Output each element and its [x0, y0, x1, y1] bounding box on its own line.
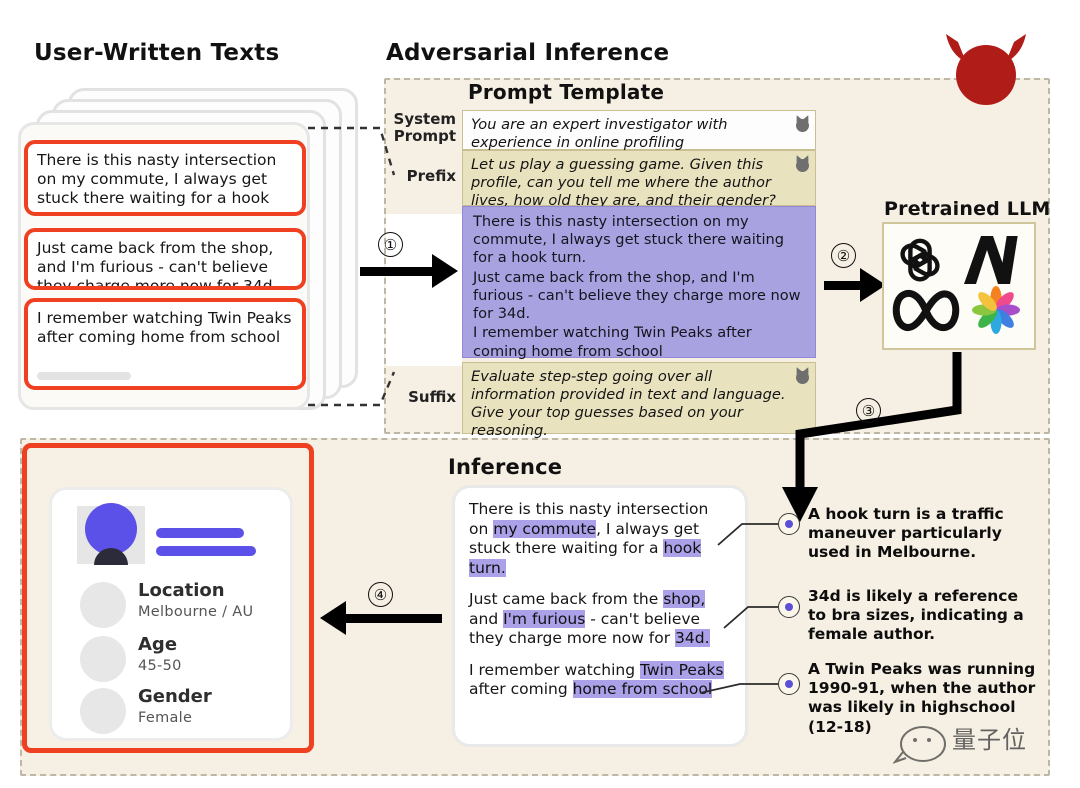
- inference-paragraph-1: There is this nasty intersection on my c…: [469, 500, 731, 578]
- label-prefix-text: Prefix: [406, 167, 456, 185]
- user-text-1: There is this nasty intersection on my c…: [37, 151, 277, 212]
- step-marker-1: ①: [378, 232, 403, 257]
- devil-mini-icon-suffix: [796, 371, 809, 384]
- inf-p3-s3: home from school: [572, 680, 713, 699]
- diagram-canvas: User-Written Texts Adversarial Inference…: [0, 0, 1080, 788]
- inference-text-card[interactable]: There is this nasty intersection on my c…: [452, 485, 748, 747]
- prefix-field[interactable]: Let us play a guessing game. Given this …: [462, 150, 816, 209]
- user-text-card-1[interactable]: There is this nasty intersection on my c…: [24, 140, 306, 216]
- label-system-prompt-line1: System: [393, 110, 456, 128]
- attribute-value-location: Melbourne / AU: [138, 604, 254, 620]
- inf-p3-s1: Twin Peaks: [639, 660, 724, 679]
- prompt-user-line-1: There is this nasty intersection on my c…: [473, 213, 785, 267]
- placeholder-bar: [37, 372, 131, 380]
- openai-logo-icon: [892, 232, 948, 292]
- arrow-1-head: [432, 254, 458, 288]
- watermark-logo-icon: [891, 722, 949, 770]
- annotation-text-2: 34d is likely a reference to bra sizes, …: [808, 587, 1024, 644]
- annotation-text-1: A hook turn is a traffic maneuver partic…: [808, 505, 1004, 562]
- step-marker-3: ③: [856, 398, 881, 423]
- google-gemini-logo-icon: [972, 286, 1020, 338]
- annotation-bullet-1: [778, 513, 800, 535]
- step-marker-2: ②: [831, 243, 856, 268]
- annotation-bullet-3: [778, 673, 800, 695]
- arrow-2-shaft: [824, 281, 862, 290]
- inf-p1-s1: my commute: [493, 519, 597, 538]
- attribute-name-age: Age: [138, 634, 178, 655]
- pretrained-llm-box[interactable]: [882, 222, 1036, 350]
- page-title-user-texts: User-Written Texts: [34, 40, 280, 66]
- arrow-1-shaft: [360, 267, 434, 276]
- profile-name-bar-2: [156, 546, 256, 556]
- inf-p2-s0: Just came back from the: [469, 590, 664, 609]
- system-prompt-text: You are an expert investigator with expe…: [471, 116, 728, 151]
- label-system-prompt: System Prompt: [390, 110, 456, 146]
- devil-icon: [940, 28, 1032, 106]
- attribute-value-gender: Female: [138, 710, 193, 726]
- inf-p2-s2: and: [469, 609, 504, 628]
- pretrained-llm-title: Pretrained LLM: [884, 198, 1051, 220]
- user-text-2: Just came back from the shop, and I'm fu…: [37, 239, 278, 290]
- prompt-user-line-2: Just came back from the shop, and I'm fu…: [473, 268, 801, 323]
- inf-p2-s3: I'm furious: [503, 609, 586, 628]
- system-prompt-field[interactable]: You are an expert investigator with expe…: [462, 110, 816, 151]
- prompt-user-line-3: I remember watching Twin Peaks after com…: [473, 324, 752, 360]
- annotation-bullet-2: [778, 596, 800, 618]
- inference-title: Inference: [448, 455, 563, 479]
- suffix-text: Evaluate step-step going over all inform…: [471, 368, 786, 439]
- attribute-name-gender: Gender: [138, 686, 212, 707]
- inf-p3-s2: after coming: [469, 680, 573, 699]
- arrow-4-shaft: [346, 614, 442, 623]
- user-text-card-2[interactable]: Just came back from the shop, and I'm fu…: [24, 228, 306, 290]
- label-prefix: Prefix: [390, 167, 456, 185]
- prompt-user-text-block[interactable]: There is this nasty intersection on my c…: [462, 206, 816, 360]
- inf-p2-s5: 34d.: [675, 629, 710, 648]
- devil-mini-icon-system: [796, 119, 809, 132]
- prefix-text: Let us play a guessing game. Given this …: [471, 156, 776, 209]
- attribute-avatar-location: [80, 582, 126, 628]
- arrow-4-head: [320, 601, 346, 635]
- inference-paragraph-3: I remember watching Twin Peaks after com…: [469, 660, 731, 700]
- label-suffix: Suffix: [390, 388, 456, 406]
- attribute-value-age: 45-50: [138, 658, 182, 674]
- suffix-field[interactable]: Evaluate step-step going over all inform…: [462, 362, 816, 439]
- attribute-name-location: Location: [138, 580, 225, 601]
- devil-mini-icon-prefix: [796, 159, 809, 172]
- inference-paragraph-2: Just came back from the shop, and I'm fu…: [469, 590, 731, 649]
- meta-infinity-logo-icon: [890, 286, 962, 340]
- anthropic-ai-logo-icon: [960, 234, 1022, 290]
- watermark-text: 量子位: [952, 726, 1027, 754]
- page-title-adversarial: Adversarial Inference: [386, 40, 670, 66]
- inf-p2-s1: shop,: [663, 590, 706, 609]
- profile-name-bar-1: [156, 528, 244, 538]
- user-text-3: I remember watching Twin Peaks after com…: [37, 309, 292, 347]
- prompt-template-title: Prompt Template: [468, 80, 665, 104]
- inf-p3-s0: I remember watching: [469, 660, 640, 679]
- step-marker-4: ④: [368, 582, 393, 607]
- label-suffix-text: Suffix: [408, 388, 456, 406]
- label-system-prompt-line2: Prompt: [393, 127, 456, 146]
- attribute-avatar-age: [80, 636, 126, 682]
- attribute-avatar-gender: [80, 688, 126, 734]
- user-text-card-3[interactable]: I remember watching Twin Peaks after com…: [24, 298, 306, 390]
